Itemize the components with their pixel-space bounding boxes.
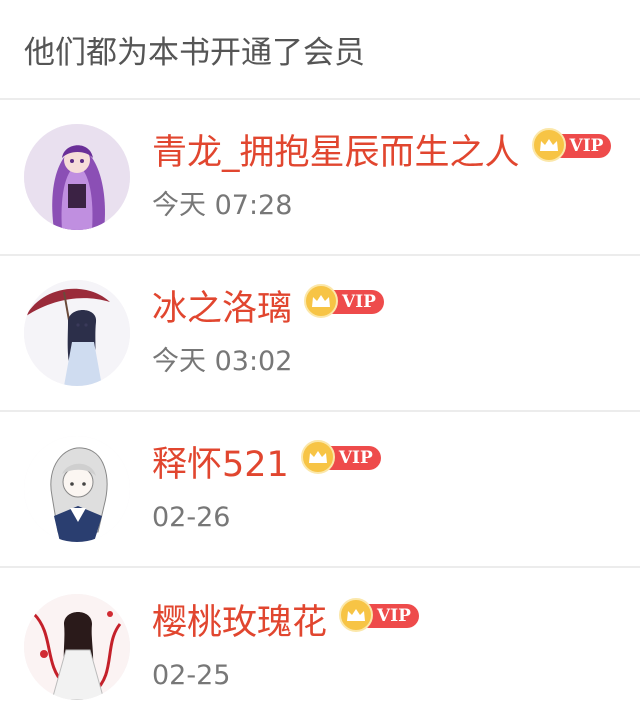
list-item[interactable]: 樱桃玫瑰花 VIP 02-25: [0, 568, 640, 716]
member-name[interactable]: 释怀521: [152, 443, 289, 487]
vip-badge: VIP: [304, 284, 400, 318]
member-time: 今天 03:02: [152, 346, 293, 377]
member-name[interactable]: 青龙_拥抱星辰而生之人: [152, 131, 520, 175]
avatar[interactable]: [24, 280, 130, 386]
avatar[interactable]: [24, 594, 130, 700]
list-item[interactable]: 释怀521 VIP 02-26: [0, 412, 640, 568]
crown-icon: [304, 284, 339, 318]
list-item[interactable]: 青龙_拥抱星辰而生之人 VIP 今天 07:28: [0, 100, 640, 256]
vip-badge: VIP: [339, 598, 435, 632]
vip-badge: VIP: [300, 440, 397, 474]
member-time: 今天 07:28: [152, 190, 293, 221]
list-item[interactable]: 冰之洛璃 VIP 今天 03:02: [0, 256, 640, 412]
crown-icon: [300, 440, 335, 474]
avatar[interactable]: [24, 436, 130, 542]
crown-icon: [339, 598, 374, 632]
member-name[interactable]: 冰之洛璃: [152, 287, 292, 331]
page-title: 他们都为本书开通了会员: [0, 0, 640, 100]
member-list: 青龙_拥抱星辰而生之人 VIP 今天 07:28 冰之洛璃 VIP 今天 03:…: [0, 100, 640, 716]
header-title: 他们都为本书开通了会员: [24, 34, 365, 71]
vip-badge: VIP: [531, 128, 628, 162]
member-time: 02-25: [152, 660, 231, 691]
member-name[interactable]: 樱桃玫瑰花: [152, 601, 327, 645]
member-time: 02-26: [152, 502, 231, 533]
avatar[interactable]: [24, 124, 130, 230]
crown-icon: [531, 128, 566, 162]
